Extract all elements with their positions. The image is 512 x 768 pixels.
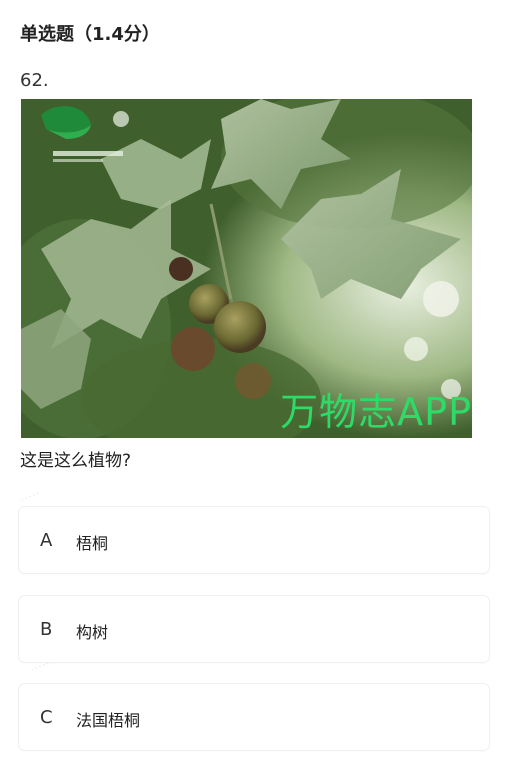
- question-number: 62.: [20, 70, 49, 91]
- question-text: 这是这么植物?: [20, 451, 132, 471]
- background-watermark: ·····: [17, 486, 43, 509]
- question-type: 单选题（1.4分）: [20, 24, 160, 45]
- option-a[interactable]: A 梧桐: [19, 507, 489, 573]
- quiz-page: ····· ····· 单选题（1.4分） 62. 万物志APP 这是这么植物?…: [0, 0, 512, 768]
- option-c[interactable]: C 法国梧桐: [19, 684, 489, 750]
- option-letter: C: [40, 707, 53, 728]
- option-letter: B: [40, 619, 53, 640]
- option-label: 构树: [76, 623, 109, 642]
- question-image: 万物志APP: [21, 99, 472, 438]
- option-letter: A: [40, 530, 53, 551]
- image-watermark: 万物志APP: [280, 390, 472, 434]
- option-b[interactable]: B 构树: [19, 596, 489, 662]
- option-label: 法国梧桐: [76, 711, 141, 730]
- option-label: 梧桐: [76, 534, 109, 553]
- photo-logo: [31, 103, 126, 163]
